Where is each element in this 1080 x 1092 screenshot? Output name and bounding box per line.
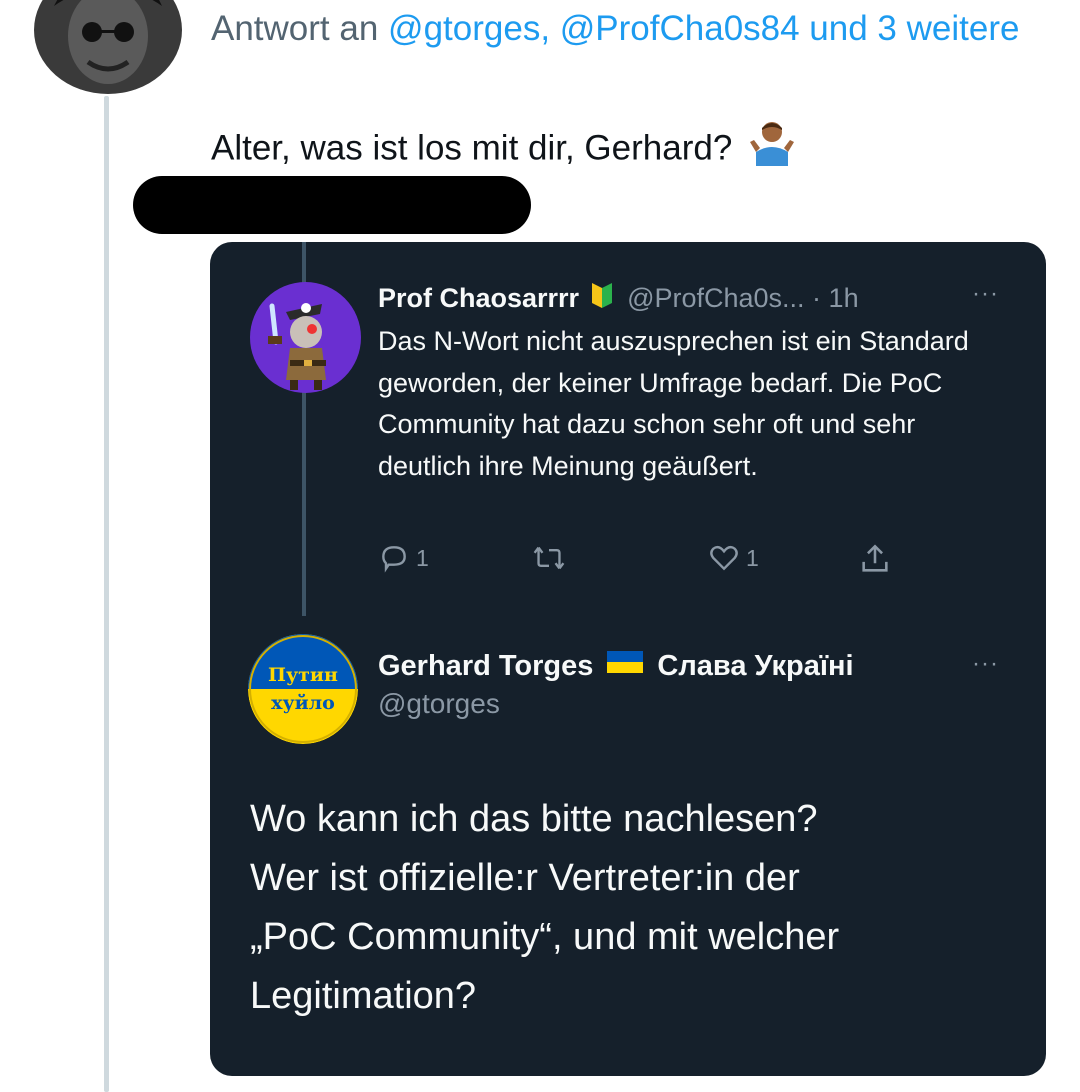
quoted-handle-time[interactable]: @ProfCha0s... · 1h	[627, 283, 859, 314]
redaction-bar	[133, 176, 531, 234]
reply-tweet-text: Alter, was ist los mit dir, Gerhard?	[211, 118, 1031, 182]
quoted-tweet-text: Das N-Wort nicht auszusprechen ist ein S…	[378, 326, 969, 481]
main-text-line: Wo kann ich das bitte nachlesen?	[250, 798, 818, 840]
reply-to-line: Antwort an @gtorges, @ProfCha0s84 und 3 …	[211, 2, 1051, 56]
reply-icon	[382, 546, 406, 573]
reply-to-mentions-link[interactable]: @gtorges, @ProfCha0s84 und 3 weitere	[388, 9, 1019, 48]
avatar-text-line1: Путин	[268, 664, 338, 686]
like-count: 1	[746, 544, 759, 571]
retweet-action[interactable]	[532, 542, 572, 574]
quoted-screenshot-card: Prof Chaosarrrr @ProfCha0s... · 1h ··· D…	[210, 242, 1046, 1076]
main-text-line: Wer ist offizielle:r Vertreter:in der	[250, 857, 800, 899]
quoted-tweet-header: Prof Chaosarrrr @ProfCha0s... · 1h	[378, 278, 1018, 318]
avatar-text-line2: хуйло	[271, 692, 335, 714]
thread-connector-line	[104, 96, 109, 1092]
main-author-handle[interactable]: @gtorges	[378, 688, 500, 720]
page: Antwort an @gtorges, @ProfCha0s84 und 3 …	[0, 0, 1080, 1092]
reply-to-prefix: Antwort an	[211, 9, 379, 48]
main-text-line: Legitimation?	[250, 975, 477, 1017]
main-author-name: Gerhard Torges	[378, 649, 594, 682]
like-action[interactable]: 1	[708, 542, 759, 574]
avatar[interactable]	[34, 0, 182, 94]
quoted-author-name[interactable]: Prof Chaosarrrr	[378, 283, 579, 314]
reply-action[interactable]: 1	[378, 542, 429, 574]
reply-count: 1	[416, 544, 429, 571]
heart-icon	[710, 545, 738, 571]
quoted-action-bar: 1 1	[378, 542, 908, 582]
main-author-name-suffix: Слава Україні	[657, 649, 854, 682]
quoted-avatar[interactable]	[250, 282, 361, 393]
ukraine-flag-icon	[607, 649, 644, 683]
reply-text: Alter, was ist los mit dir, Gerhard?	[211, 128, 733, 168]
main-author-name-row[interactable]: Gerhard Torges Слава Україні	[378, 646, 998, 686]
quoted-more-icon[interactable]: ···	[972, 280, 999, 308]
beginner-badge-icon	[591, 281, 613, 316]
main-tweet-text: Wo kann ich das bitte nachlesen? Wer ist…	[250, 790, 1030, 1026]
person-shrugging-icon	[748, 118, 796, 182]
share-action[interactable]	[858, 542, 892, 576]
main-author-avatar[interactable]: Путин хуйло	[248, 634, 358, 744]
retweet-icon	[533, 546, 565, 570]
main-text-line: „PoC Community“, und mit welcher	[250, 916, 840, 958]
main-more-icon[interactable]: ···	[972, 650, 999, 678]
share-icon	[862, 544, 888, 572]
